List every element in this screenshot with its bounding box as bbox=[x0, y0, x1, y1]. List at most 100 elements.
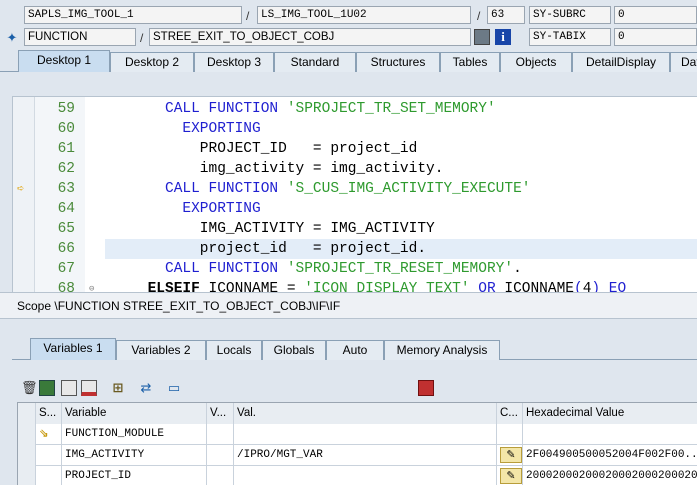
col-hex-header[interactable]: Hexadecimal Value bbox=[523, 403, 697, 424]
code-text: PROJECT_ID = project_id bbox=[200, 139, 418, 159]
code-line[interactable]: 61 PROJECT_ID = project_id bbox=[13, 139, 697, 159]
cell-hex bbox=[523, 424, 697, 445]
navigate-icon[interactable]: ⇄ bbox=[138, 380, 154, 396]
tab-data[interactable]: Dat bbox=[670, 52, 697, 72]
cell-variable[interactable]: IMG_ACTIVITY bbox=[62, 445, 207, 466]
event-type-field[interactable]: FUNCTION bbox=[24, 28, 136, 46]
tab-variables-2[interactable]: Variables 2 bbox=[116, 340, 206, 360]
code-token: CALL FUNCTION bbox=[165, 101, 287, 117]
row-selector[interactable] bbox=[18, 466, 36, 485]
tab-detail-display[interactable]: DetailDisplay bbox=[572, 52, 670, 72]
cell-c[interactable] bbox=[497, 424, 523, 445]
line-number: 60 bbox=[57, 121, 75, 137]
code-token: 'S_CUS_IMG_ACTIVITY_EXECUTE' bbox=[286, 181, 531, 197]
line-field[interactable]: 63 bbox=[487, 6, 525, 24]
line-number: 66 bbox=[57, 241, 75, 257]
col-selector-header bbox=[18, 403, 36, 424]
code-token: 'ICON_DISPLAY_TEXT' bbox=[304, 281, 470, 292]
calc-icon[interactable] bbox=[474, 29, 490, 45]
cell-val[interactable]: /IPRO/MGT_VAR bbox=[234, 445, 497, 466]
code-token: ICONNAME = bbox=[199, 281, 305, 292]
cell-val[interactable] bbox=[234, 466, 497, 485]
line-number: 64 bbox=[57, 201, 75, 217]
line-number: 62 bbox=[57, 161, 75, 177]
save-layout-icon[interactable] bbox=[61, 380, 77, 396]
row-selector[interactable] bbox=[18, 445, 36, 466]
code-line[interactable]: 62 img_activity = img_activity. bbox=[13, 159, 697, 179]
tab-desktop-2[interactable]: Desktop 2 bbox=[110, 52, 194, 72]
line-number: 68 bbox=[57, 281, 75, 292]
tab-globals[interactable]: Globals bbox=[262, 340, 326, 360]
line-number: 61 bbox=[57, 141, 75, 157]
code-token: img_activity = img_activity. bbox=[199, 161, 444, 177]
code-token: project_id = project_id. bbox=[199, 241, 427, 257]
tab-standard[interactable]: Standard bbox=[274, 52, 356, 72]
sy-subrc-value[interactable]: 0 bbox=[614, 6, 697, 24]
tab-tables[interactable]: Tables bbox=[440, 52, 500, 72]
code-line[interactable]: 65 IMG_ACTIVITY = IMG_ACTIVITY bbox=[13, 219, 697, 239]
code-line[interactable]: 66 project_id = project_id. bbox=[13, 239, 697, 259]
cell-c[interactable]: ✎ bbox=[497, 445, 523, 466]
col-v-header[interactable]: V... bbox=[207, 403, 234, 424]
table-row[interactable]: PROJECT_ID ✎ 2000200020002000200020002000 bbox=[18, 466, 697, 485]
code-line[interactable]: 63 ➪ CALL FUNCTION 'S_CUS_IMG_ACTIVITY_EXE… bbox=[13, 179, 697, 199]
code-line[interactable]: 60 EXPORTING bbox=[13, 119, 697, 139]
slash-separator: / bbox=[246, 9, 250, 23]
table-row[interactable]: ⇘ FUNCTION_MODULE bbox=[18, 424, 697, 445]
cell-v bbox=[207, 445, 234, 466]
save-icon[interactable] bbox=[418, 380, 434, 396]
tab-memory-analysis[interactable]: Memory Analysis bbox=[384, 340, 500, 360]
code-line[interactable]: 68 ⊖ ELSEIF ICONNAME = 'ICON_DISPLAY_TEXT'… bbox=[13, 279, 697, 292]
code-token: ICONNAME bbox=[504, 281, 574, 292]
detail-icon[interactable]: ▭ bbox=[166, 380, 182, 396]
tab-desktop-3[interactable]: Desktop 3 bbox=[194, 52, 274, 72]
fold-icon[interactable]: ⊖ bbox=[89, 279, 98, 292]
program-field[interactable]: SAPLS_IMG_TOOL_1 bbox=[24, 6, 242, 24]
code-token: 'SPROJECT_TR_SET_MEMORY' bbox=[286, 101, 496, 117]
edit-pencil-icon[interactable]: ✎ bbox=[500, 468, 522, 484]
tab-objects[interactable]: Objects bbox=[500, 52, 572, 72]
header-row-event: ✦ FUNCTION / STREE_EXIT_TO_OBJECT_COBJ i… bbox=[0, 28, 697, 50]
tab-desktop-1[interactable]: Desktop 1 bbox=[18, 50, 110, 72]
execution-pointer-icon: ➪ bbox=[17, 182, 25, 196]
table-row[interactable]: IMG_ACTIVITY/IPRO/MGT_VAR ✎ 2F004900500052… bbox=[18, 445, 697, 466]
source-code-editor[interactable]: 59 CALL FUNCTION 'SPROJECT_TR_SET_MEMORY'… bbox=[12, 96, 697, 292]
code-token: EQ bbox=[600, 281, 627, 292]
line-number: 67 bbox=[57, 261, 75, 277]
cell-val[interactable] bbox=[234, 424, 497, 445]
row-selector[interactable] bbox=[18, 424, 36, 445]
code-token: CALL FUNCTION bbox=[165, 181, 287, 197]
col-s-header[interactable]: S... bbox=[36, 403, 62, 424]
tree-icon[interactable]: ⊞ bbox=[110, 380, 126, 396]
desktop-tab-strip: Desktop 1 Desktop 2 Desktop 3 Standard S… bbox=[0, 50, 697, 72]
tab-variables-1[interactable]: Variables 1 bbox=[30, 338, 116, 360]
info-icon[interactable]: i bbox=[495, 29, 511, 45]
trash-icon[interactable]: 🗑 bbox=[21, 380, 38, 396]
col-val-header[interactable]: Val. bbox=[234, 403, 497, 424]
cell-hex: 2F004900500052004F002F00... bbox=[526, 449, 697, 461]
tab-structures[interactable]: Structures bbox=[356, 52, 440, 72]
tab-locals[interactable]: Locals bbox=[206, 340, 262, 360]
col-c-header[interactable]: C... bbox=[497, 403, 523, 424]
cell-variable[interactable]: FUNCTION_MODULE bbox=[62, 424, 207, 445]
new-entry-icon[interactable] bbox=[39, 380, 55, 396]
header-row-program: SAPLS_IMG_TOOL_1 / LS_IMG_TOOL_1U02 / 63… bbox=[0, 6, 697, 28]
code-line[interactable]: 59 CALL FUNCTION 'SPROJECT_TR_SET_MEMORY' bbox=[13, 99, 697, 119]
delete-row-icon[interactable] bbox=[81, 380, 97, 396]
tab-auto[interactable]: Auto bbox=[326, 340, 384, 360]
code-token: EXPORTING bbox=[182, 121, 261, 137]
code-line[interactable]: 64 EXPORTING bbox=[13, 199, 697, 219]
event-name-field[interactable]: STREE_EXIT_TO_OBJECT_COBJ bbox=[149, 28, 471, 46]
cell-c[interactable]: ✎ bbox=[497, 466, 523, 485]
code-token: ( bbox=[574, 281, 583, 292]
code-text: CALL FUNCTION 'SPROJECT_TR_SET_MEMORY' bbox=[165, 99, 496, 119]
code-text: ELSEIF ICONNAME = 'ICON_DISPLAY_TEXT' OR… bbox=[148, 279, 627, 292]
edit-pencil-icon[interactable]: ✎ bbox=[500, 447, 522, 463]
include-field[interactable]: LS_IMG_TOOL_1U02 bbox=[257, 6, 471, 24]
cell-variable[interactable]: PROJECT_ID bbox=[62, 466, 207, 485]
sy-tabix-value[interactable]: 0 bbox=[614, 28, 697, 46]
code-text: EXPORTING bbox=[182, 119, 260, 139]
code-line[interactable]: 67 CALL FUNCTION 'SPROJECT_TR_RESET_MEMOR… bbox=[13, 259, 697, 279]
code-token: IMG_ACTIVITY = IMG_ACTIVITY bbox=[199, 221, 435, 237]
col-variable-header[interactable]: Variable bbox=[62, 403, 207, 424]
